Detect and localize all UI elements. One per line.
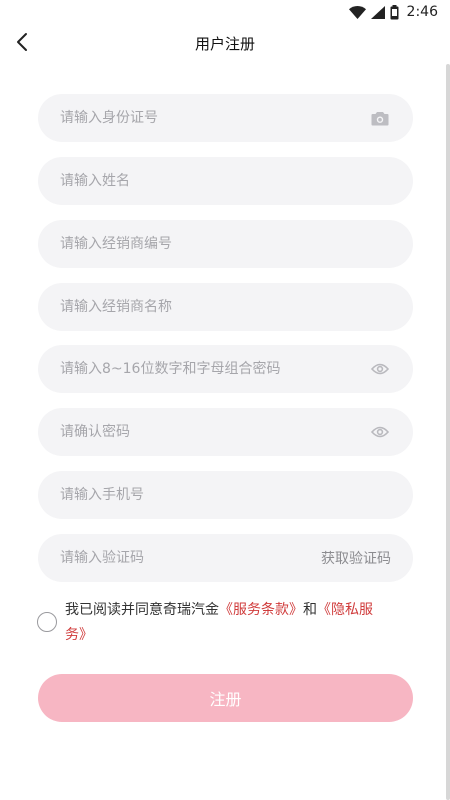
camera-icon[interactable] bbox=[369, 107, 391, 129]
get-code-button[interactable]: 获取验证码 bbox=[321, 548, 391, 568]
page-title: 用户注册 bbox=[194, 35, 255, 53]
status-time: 2:46 bbox=[406, 4, 438, 20]
password-field bbox=[38, 345, 413, 393]
dealer-code-input[interactable] bbox=[60, 220, 391, 268]
scrollbar[interactable] bbox=[446, 64, 450, 800]
dealer-name-field bbox=[38, 283, 413, 331]
service-terms-link[interactable]: 《服务条款》 bbox=[219, 602, 303, 618]
eye-icon[interactable] bbox=[369, 421, 391, 443]
password-input[interactable] bbox=[60, 345, 361, 393]
eye-icon[interactable] bbox=[369, 358, 391, 380]
status-bar: 2:46 bbox=[0, 0, 450, 24]
name-field bbox=[38, 157, 413, 205]
nav-bar: 用户注册 bbox=[0, 24, 450, 64]
id-card-field bbox=[38, 94, 413, 142]
sms-code-field: 获取验证码 bbox=[38, 534, 413, 582]
confirm-password-input[interactable] bbox=[60, 408, 361, 456]
agreement-connector: 和 bbox=[303, 602, 317, 618]
battery-icon bbox=[390, 4, 399, 20]
register-page: 2:46 用户注册 请输入身份证号 请输入姓名 请输入经销商编号 请输入经销商名… bbox=[0, 0, 450, 800]
agreement-text: 我已阅读并同意奇瑞汽金《服务条款》和《隐私服务》 bbox=[65, 598, 385, 648]
agreement-prefix: 我已阅读并同意奇瑞汽金 bbox=[65, 602, 219, 618]
confirm-password-field bbox=[38, 408, 413, 456]
agreement: 我已阅读并同意奇瑞汽金《服务条款》和《隐私服务》 bbox=[37, 598, 397, 648]
phone-field bbox=[38, 471, 413, 519]
dealer-code-field bbox=[38, 220, 413, 268]
wifi-icon bbox=[348, 5, 366, 19]
register-button[interactable]: 注册 bbox=[38, 674, 413, 722]
signal-icon bbox=[370, 5, 385, 19]
id-card-input[interactable] bbox=[60, 94, 361, 142]
name-input[interactable] bbox=[60, 157, 391, 205]
phone-input[interactable] bbox=[60, 471, 391, 519]
dealer-name-input[interactable] bbox=[60, 283, 391, 331]
agree-checkbox[interactable] bbox=[37, 612, 57, 632]
sms-code-input[interactable] bbox=[60, 534, 313, 582]
